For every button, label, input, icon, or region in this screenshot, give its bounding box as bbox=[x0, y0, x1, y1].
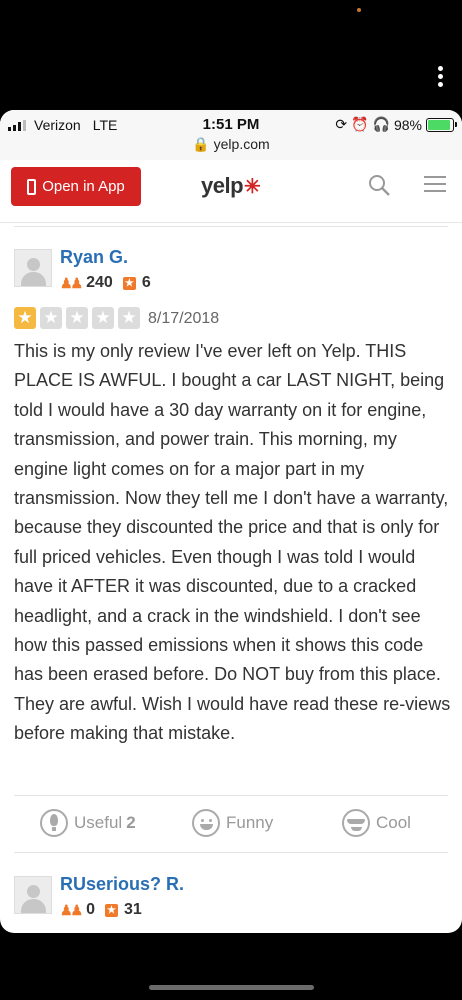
hamburger-menu-icon[interactable] bbox=[424, 176, 446, 197]
review-divider bbox=[14, 795, 448, 796]
star-icon: ★ bbox=[66, 307, 88, 329]
top-divider bbox=[14, 226, 448, 227]
reviewer-stats: ♟♟ 240 ★ 6 bbox=[60, 274, 151, 292]
review-divider bbox=[14, 852, 448, 853]
headphones-icon: 🎧 bbox=[372, 116, 390, 132]
review-count: 6 bbox=[141, 274, 151, 291]
review-count: 31 bbox=[124, 901, 142, 918]
cool-button[interactable]: Cool bbox=[342, 809, 411, 837]
battery-percent: 98% bbox=[393, 116, 422, 133]
friends-icon: ♟♟ bbox=[60, 274, 83, 291]
reviewer-stats: ♟♟ 0 ★ 31 bbox=[60, 901, 142, 919]
useful-label: Useful bbox=[74, 813, 123, 832]
status-bar: Verizon LTE 1:51 PM 🔒 yelp.com ⟳ ⏰ 🎧 98% bbox=[0, 110, 462, 160]
yelp-burst-icon: ✳ bbox=[244, 176, 261, 198]
useful-button[interactable]: Useful 2 bbox=[40, 809, 136, 837]
camera-indicator-dot bbox=[357, 8, 361, 12]
battery-icon bbox=[426, 117, 457, 132]
alarm-icon: ⏰ bbox=[351, 116, 369, 132]
friends-icon: ♟♟ bbox=[60, 901, 83, 918]
yelp-logo[interactable]: yelp✳ bbox=[201, 173, 261, 199]
star-icon: ★ bbox=[14, 307, 36, 329]
lightbulb-icon bbox=[40, 809, 68, 837]
phone-icon bbox=[27, 178, 37, 195]
more-options-icon[interactable] bbox=[438, 66, 444, 90]
avatar[interactable] bbox=[14, 876, 52, 914]
friends-count: 240 bbox=[86, 274, 113, 291]
sunglasses-icon bbox=[342, 809, 370, 837]
review-count-icon: ★ bbox=[105, 903, 119, 917]
review-date: 8/17/2018 bbox=[148, 310, 220, 327]
funny-button[interactable]: Funny bbox=[192, 809, 273, 837]
reviewer-name[interactable]: RUserious? R. bbox=[60, 874, 184, 895]
browser-screen: Verizon LTE 1:51 PM 🔒 yelp.com ⟳ ⏰ 🎧 98%… bbox=[0, 110, 462, 933]
avatar[interactable] bbox=[14, 249, 52, 287]
useful-count: 2 bbox=[126, 813, 136, 832]
home-indicator[interactable] bbox=[149, 985, 314, 990]
url-bar[interactable]: 🔒 yelp.com bbox=[0, 136, 462, 153]
open-in-app-button[interactable]: Open in App bbox=[11, 167, 141, 206]
lock-icon: 🔒 bbox=[192, 136, 210, 152]
open-in-app-label: Open in App bbox=[42, 178, 125, 195]
smiley-icon bbox=[192, 809, 220, 837]
rotation-lock-icon: ⟳ bbox=[335, 116, 348, 132]
review-text: This is my only review I've ever left on… bbox=[14, 341, 451, 744]
logo-text: yelp bbox=[201, 173, 244, 198]
cool-label: Cool bbox=[376, 813, 411, 832]
funny-label: Funny bbox=[226, 813, 274, 832]
search-icon[interactable] bbox=[368, 174, 390, 196]
star-icon: ★ bbox=[118, 307, 140, 329]
url-text: yelp.com bbox=[213, 136, 270, 152]
friends-count: 0 bbox=[86, 901, 96, 918]
star-icon: ★ bbox=[40, 307, 62, 329]
reviewer-name[interactable]: Ryan G. bbox=[60, 247, 128, 268]
star-icon: ★ bbox=[92, 307, 114, 329]
review-count-icon: ★ bbox=[122, 276, 136, 290]
yelp-header: Open in App yelp✳ bbox=[0, 160, 462, 223]
star-rating: ★ ★ ★ ★ ★ bbox=[14, 307, 140, 329]
